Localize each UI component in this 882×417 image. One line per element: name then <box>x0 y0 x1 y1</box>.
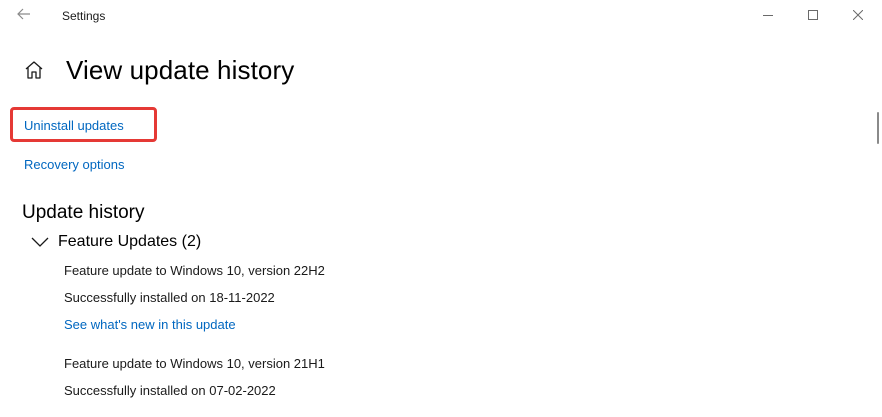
chevron-down-icon <box>30 232 50 252</box>
home-button[interactable] <box>22 60 46 84</box>
update-name: Feature update to Windows 10, version 21… <box>64 356 325 371</box>
app-title: Settings <box>62 9 106 23</box>
close-icon <box>852 7 864 25</box>
maximize-button[interactable] <box>790 0 836 32</box>
section-title: Update history <box>22 202 145 223</box>
uninstall-updates-link[interactable]: Uninstall updates <box>24 118 124 133</box>
settings-window: Settings View update history Uninstall u… <box>0 0 882 417</box>
page-title: View update history <box>66 55 295 85</box>
close-button[interactable] <box>835 0 881 32</box>
scrollbar-thumb[interactable] <box>877 112 879 144</box>
whats-new-link[interactable]: See what's new in this update <box>64 317 236 332</box>
back-button[interactable] <box>12 4 36 28</box>
back-arrow-icon <box>17 7 31 25</box>
update-status: Successfully installed on 07-02-2022 <box>64 383 276 398</box>
home-icon <box>24 60 44 85</box>
title-bar: Settings <box>0 0 882 32</box>
recovery-options-link[interactable]: Recovery options <box>24 157 124 172</box>
group-title: Feature Updates (2) <box>58 233 202 250</box>
minimize-icon <box>763 7 773 25</box>
update-status: Successfully installed on 18-11-2022 <box>64 290 275 305</box>
minimize-button[interactable] <box>745 0 791 32</box>
maximize-icon <box>808 7 818 25</box>
feature-updates-group-header[interactable]: Feature Updates (2) <box>30 232 201 252</box>
update-name: Feature update to Windows 10, version 22… <box>64 263 325 278</box>
